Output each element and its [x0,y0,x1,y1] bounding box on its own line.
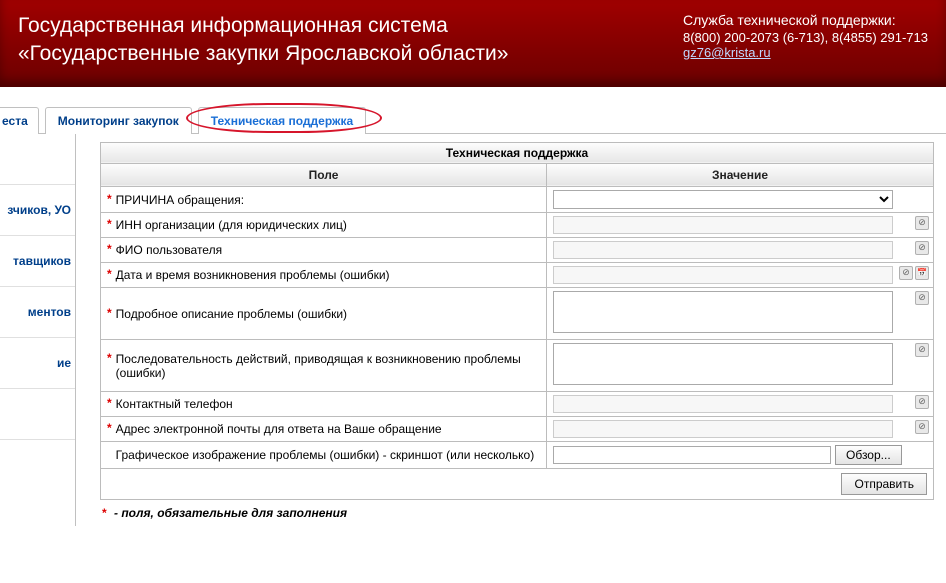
inn-input[interactable] [553,216,893,234]
support-phones: 8(800) 200-2073 (6-713), 8(4855) 291-713 [683,30,928,45]
clear-icon[interactable] [915,291,929,305]
tab-support[interactable]: Техническая поддержка [198,107,366,134]
col-header-field: Поле [101,163,547,186]
label-desc: Подробное описание проблемы (ошибки) [116,306,347,321]
sidebar-item-0[interactable] [0,134,75,185]
sidebar-item-4[interactable]: ие [0,338,75,389]
content-area: Техническая поддержка Поле Значение *ПРИ… [76,134,946,526]
sidebar-item-2[interactable]: тавщиков [0,236,75,287]
support-title: Служба технической поддержки: [683,12,928,28]
tab-partial[interactable]: еста [0,107,39,134]
clear-icon[interactable] [915,395,929,409]
label-datetime: Дата и время возникновения проблемы (оши… [116,267,390,282]
sidebar-item-1[interactable]: зчиков, УО [0,185,75,236]
title-line-2: «Государственные закупки Ярославской обл… [18,40,508,68]
clear-icon[interactable] [915,420,929,434]
label-fio: ФИО пользователя [116,242,222,257]
steps-textarea[interactable] [553,343,893,385]
col-header-value: Значение [547,163,934,186]
clear-icon[interactable] [915,216,929,230]
required-star: * [107,192,116,206]
submit-button[interactable]: Отправить [841,473,927,495]
desc-textarea[interactable] [553,291,893,333]
label-screenshot: Графическое изображение проблемы (ошибки… [116,447,535,462]
form-title: Техническая поддержка [101,142,934,163]
label-inn: ИНН организации (для юридических лиц) [116,217,347,232]
label-reason: ПРИЧИНА обращения: [116,192,244,207]
clear-icon[interactable] [915,241,929,255]
tab-monitoring[interactable]: Мониторинг закупок [45,107,192,134]
reason-select[interactable] [553,190,893,209]
sidebar: зчиков, УО тавщиков ментов ие [0,134,76,526]
email-input[interactable] [553,420,893,438]
file-path-input[interactable] [553,446,831,464]
fio-input[interactable] [553,241,893,259]
title-line-1: Государственная информационная система [18,12,508,40]
tabs-bar: еста Мониторинг закупок Техническая подд… [0,93,946,134]
app-title: Государственная информационная система «… [18,12,508,69]
support-email-link[interactable]: gz76@krista.ru [683,45,771,60]
sidebar-item-3[interactable]: ментов [0,287,75,338]
calendar-icon[interactable] [915,266,929,280]
label-phone: Контактный телефон [116,396,233,411]
datetime-input[interactable] [553,266,893,284]
clear-icon[interactable] [899,266,913,280]
label-email: Адрес электронной почты для ответа на Ва… [116,421,442,436]
support-form-table: Техническая поддержка Поле Значение *ПРИ… [100,142,934,500]
browse-button[interactable]: Обзор... [835,445,902,465]
clear-icon[interactable] [915,343,929,357]
label-steps: Последовательность действий, приводящая … [116,351,540,380]
required-footnote: * - поля, обязательные для заполнения [100,500,946,526]
phone-input[interactable] [553,395,893,413]
support-block: Служба технической поддержки: 8(800) 200… [683,12,928,69]
sidebar-item-5[interactable] [0,389,75,440]
app-header: Государственная информационная система «… [0,0,946,87]
